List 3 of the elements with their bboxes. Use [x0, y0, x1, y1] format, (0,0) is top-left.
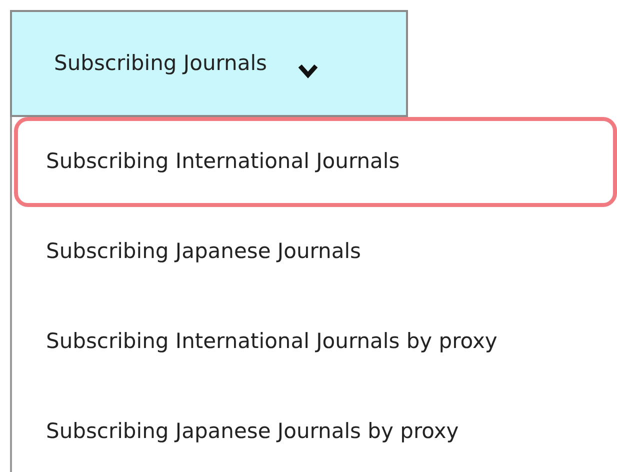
dropdown-button[interactable]: Subscribing Journals	[10, 10, 408, 117]
chevron-down-icon	[296, 62, 319, 78]
menu-item[interactable]: Subscribing International Journals	[14, 117, 617, 207]
